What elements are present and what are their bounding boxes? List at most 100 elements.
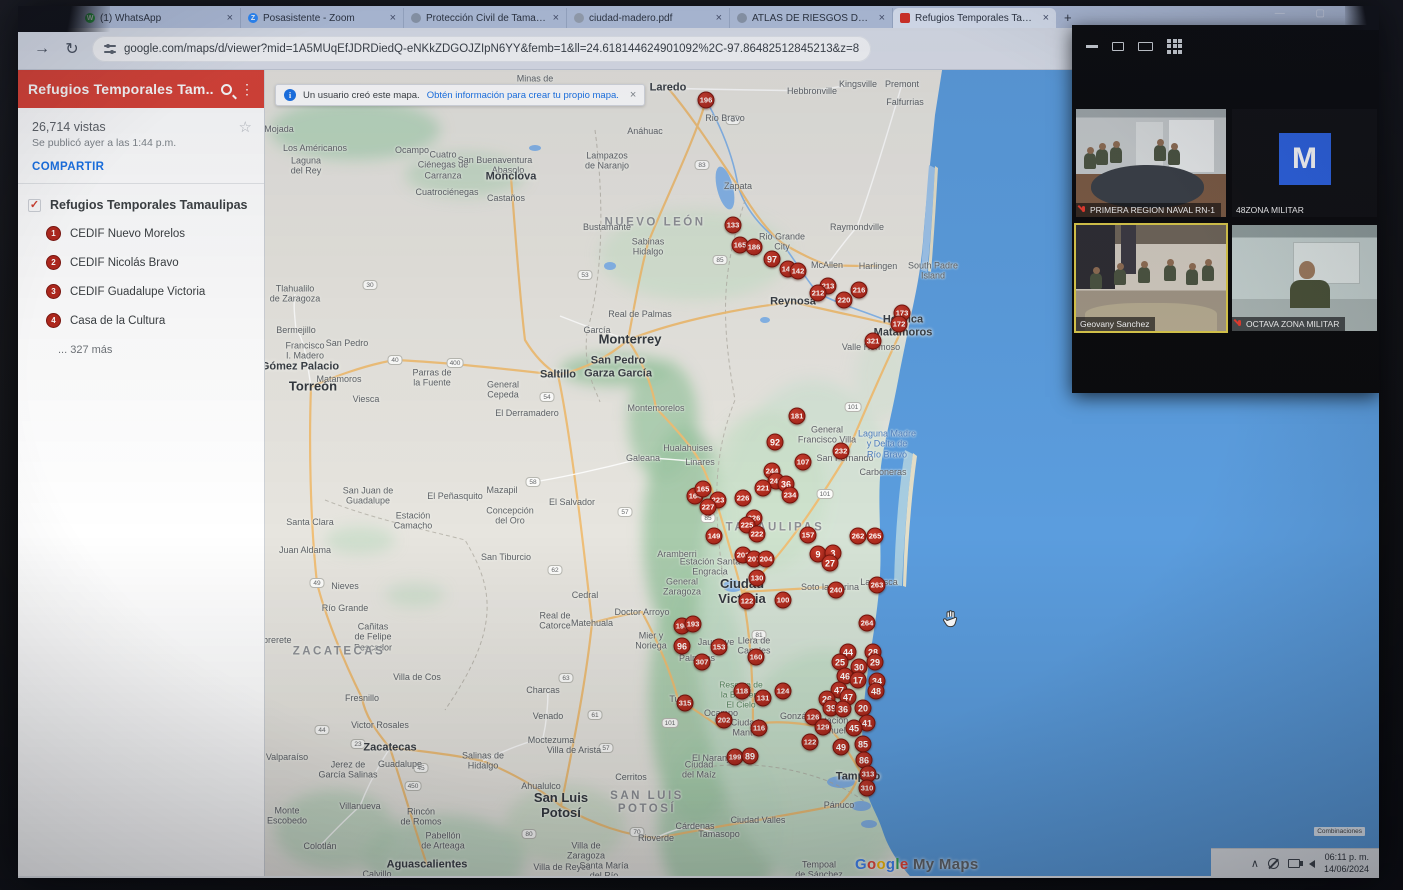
legend-item[interactable]: 3CEDIF Guadalupe Victoria <box>46 284 254 299</box>
tab-close-icon[interactable]: × <box>716 12 722 24</box>
shelter-marker[interactable]: 226 <box>735 490 752 507</box>
shelter-marker[interactable]: 202 <box>716 712 733 729</box>
shelter-marker[interactable]: 122 <box>739 593 756 610</box>
shelter-marker[interactable]: 45 <box>846 720 863 737</box>
legend-item[interactable]: 1CEDIF Nuevo Morelos <box>46 226 254 241</box>
zoom-participant-tile[interactable]: M48ZONA MILITAR <box>1232 109 1377 217</box>
shelter-marker[interactable]: 17 <box>850 672 867 689</box>
shelter-marker[interactable]: 232 <box>833 443 850 460</box>
speaker-view-icon[interactable] <box>1112 42 1124 51</box>
browser-tab[interactable]: Refugios Temporales Tamaulip× <box>893 8 1056 28</box>
shelter-marker[interactable]: 227 <box>700 499 717 516</box>
shelter-marker[interactable]: 97 <box>764 251 781 268</box>
banner-link[interactable]: Obtén información para crear tu propio m… <box>427 90 619 101</box>
shelter-marker[interactable]: 196 <box>698 92 715 109</box>
site-settings-icon[interactable] <box>104 44 116 54</box>
shelter-marker[interactable]: 234 <box>782 487 799 504</box>
shelter-marker[interactable]: 264 <box>859 615 876 632</box>
layer-checkbox[interactable]: ✓ <box>28 199 41 212</box>
legend-item[interactable]: 4Casa de la Cultura <box>46 313 254 328</box>
shelter-marker[interactable]: 130 <box>749 570 766 587</box>
shelter-marker[interactable]: 221 <box>755 480 772 497</box>
shelter-marker[interactable]: 165 <box>695 481 712 498</box>
shelter-marker[interactable]: 216 <box>851 282 868 299</box>
display-icon[interactable] <box>1288 859 1300 868</box>
reload-button[interactable]: ↻ <box>62 39 82 59</box>
shelter-marker[interactable]: 96 <box>674 638 691 655</box>
zoom-participant-tile[interactable]: Geovany Sanchez <box>1076 225 1226 331</box>
shelter-marker[interactable]: 172 <box>891 316 908 333</box>
shelter-marker[interactable]: 204 <box>758 551 775 568</box>
minimize-icon[interactable] <box>1086 45 1098 48</box>
legend-item[interactable]: 2CEDIF Nicolás Bravo <box>46 255 254 270</box>
shelter-marker[interactable]: 85 <box>855 736 872 753</box>
shelter-marker[interactable]: 131 <box>755 690 772 707</box>
browser-tab[interactable]: ATLAS DE RIESGOS DEL ESTAD× <box>730 8 893 28</box>
shelter-marker[interactable]: 212 <box>810 285 827 302</box>
gallery-view-icon[interactable] <box>1167 39 1182 54</box>
shelter-marker[interactable]: 222 <box>749 526 766 543</box>
shelter-marker[interactable]: 89 <box>742 748 759 765</box>
shelter-marker[interactable]: 240 <box>828 582 845 599</box>
tab-close-icon[interactable]: × <box>879 12 885 24</box>
shelter-marker[interactable]: 220 <box>836 292 853 309</box>
shelter-marker[interactable]: 315 <box>677 695 694 712</box>
shelter-marker[interactable]: 157 <box>800 527 817 544</box>
tab-close-icon[interactable]: × <box>1043 12 1049 24</box>
shelter-marker[interactable]: 193 <box>685 616 702 633</box>
shelter-marker[interactable]: 116 <box>751 720 768 737</box>
tray-chevron-icon[interactable]: ∧ <box>1251 857 1259 870</box>
shelter-marker[interactable]: 92 <box>767 434 784 451</box>
shelter-marker[interactable]: 263 <box>869 577 886 594</box>
shelter-marker[interactable]: 160 <box>748 649 765 666</box>
address-bar[interactable]: google.com/maps/d/viewer?mid=1A5MUqEfJDR… <box>92 36 871 62</box>
layer-title[interactable]: Refugios Temporales Tamaulipas <box>50 198 248 212</box>
shelter-marker[interactable]: 133 <box>725 217 742 234</box>
browser-tab[interactable]: ciudad-madero.pdf× <box>567 8 730 28</box>
speaker-icon[interactable] <box>1309 860 1315 868</box>
menu-icon[interactable]: ⋮ <box>240 81 254 98</box>
system-clock[interactable]: 06:11 p. m. 14/06/2024 <box>1324 852 1369 875</box>
keyboard-shortcuts-label[interactable]: Combinaciones <box>1314 827 1365 836</box>
browser-tab[interactable]: Protección Civil de Tamaulipas× <box>404 8 567 28</box>
shelter-marker[interactable]: 153 <box>711 639 728 656</box>
tab-close-icon[interactable]: × <box>227 12 233 24</box>
zoom-participant-tile[interactable]: PRIMERA REGION NAVAL RN-1 <box>1076 109 1226 217</box>
window-controls[interactable]: — ▢ <box>1275 8 1339 19</box>
shelter-marker[interactable]: 262 <box>850 528 867 545</box>
new-tab-button[interactable]: + <box>1064 10 1072 25</box>
shelter-marker[interactable]: 129 <box>815 719 832 736</box>
network-offline-icon[interactable] <box>1268 858 1279 869</box>
shelter-marker[interactable]: 49 <box>833 739 850 756</box>
shelter-marker[interactable]: 265 <box>867 528 884 545</box>
shelter-marker[interactable]: 118 <box>734 683 751 700</box>
zoom-participant-tile[interactable]: OCTAVA ZONA MILITAR <box>1232 225 1377 331</box>
tab-close-icon[interactable]: × <box>390 12 396 24</box>
shelter-marker[interactable]: 107 <box>795 454 812 471</box>
shelter-marker[interactable]: 186 <box>746 239 763 256</box>
star-icon[interactable]: ☆ <box>239 118 252 136</box>
shelter-marker[interactable]: 48 <box>868 683 885 700</box>
shelter-marker[interactable]: 122 <box>802 734 819 751</box>
shelter-marker[interactable]: 310 <box>859 780 876 797</box>
url-text[interactable]: google.com/maps/d/viewer?mid=1A5MUqEfJDR… <box>124 43 859 55</box>
tab-close-icon[interactable]: × <box>553 12 559 24</box>
legend-more-link[interactable]: ... 327 más <box>58 344 254 356</box>
window-view-icon[interactable] <box>1138 42 1153 51</box>
shelter-marker[interactable]: 100 <box>775 592 792 609</box>
shelter-marker[interactable]: 29 <box>867 654 884 671</box>
shelter-marker[interactable]: 321 <box>865 333 882 350</box>
shelter-marker[interactable]: 36 <box>835 701 852 718</box>
shelter-marker[interactable]: 181 <box>789 408 806 425</box>
shelter-marker[interactable]: 27 <box>822 555 839 572</box>
shelter-marker[interactable]: 149 <box>706 528 723 545</box>
search-icon[interactable] <box>221 84 232 95</box>
share-button[interactable]: COMPARTIR <box>32 161 250 173</box>
shelter-marker[interactable]: 307 <box>694 654 711 671</box>
forward-button[interactable]: → <box>32 40 52 58</box>
shelter-marker[interactable]: 124 <box>775 683 792 700</box>
zoom-meeting-window[interactable]: PRIMERA REGION NAVAL RN-1M48ZONA MILITAR… <box>1072 25 1379 393</box>
shelter-marker[interactable]: 142 <box>790 263 807 280</box>
banner-close-icon[interactable]: × <box>630 89 636 101</box>
browser-tab[interactable]: ZPosasistente - Zoom× <box>241 8 404 28</box>
